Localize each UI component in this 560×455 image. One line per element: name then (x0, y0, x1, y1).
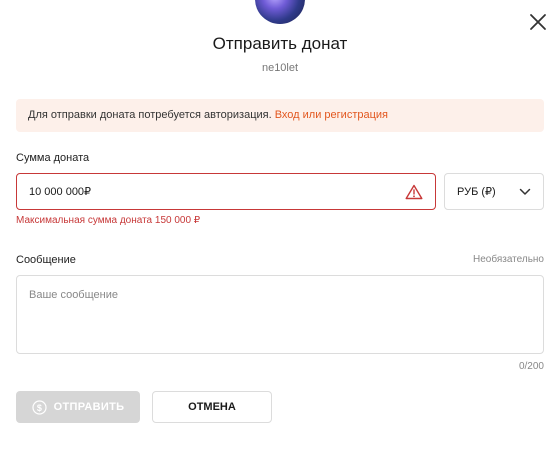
chevron-down-icon (519, 188, 531, 195)
coin-icon: $ (32, 399, 47, 415)
close-icon (530, 14, 546, 30)
warning-triangle-icon (405, 184, 423, 199)
amount-error-text: Максимальная сумма доната 150 000 ₽ (16, 215, 201, 226)
login-register-link[interactable]: Вход или регистрация (275, 109, 388, 121)
cancel-button-label: ОТМЕНА (188, 401, 236, 413)
amount-value[interactable]: 10 000 000₽ (29, 185, 405, 198)
amount-label: Сумма доната (16, 152, 90, 164)
modal-title: Отправить донат (212, 34, 348, 53)
cancel-button[interactable]: ОТМЕНА (152, 391, 272, 423)
amount-input[interactable]: 10 000 000₽ (16, 173, 436, 210)
currency-value: РУБ (₽) (457, 186, 496, 198)
avatar (255, 0, 305, 24)
auth-alert-text: Для отправки доната потребуется авториза… (28, 109, 272, 121)
svg-text:$: $ (37, 402, 42, 412)
message-label: Сообщение (16, 254, 76, 266)
message-textarea[interactable]: Ваше сообщение (16, 275, 544, 354)
auth-alert: Для отправки доната потребуется авториза… (16, 99, 544, 132)
close-button[interactable] (528, 12, 548, 32)
send-button-label: ОТПРАВИТЬ (53, 401, 125, 413)
message-placeholder: Ваше сообщение (29, 289, 118, 301)
optional-label: Необязательно (472, 254, 544, 265)
recipient-name: ne10let (261, 62, 299, 74)
donation-modal: Отправить донат ne10let Для отправки дон… (0, 0, 560, 455)
character-counter: 0/200 (518, 361, 544, 372)
currency-select[interactable]: РУБ (₽) (444, 173, 544, 210)
send-button[interactable]: $ ОТПРАВИТЬ (16, 391, 140, 423)
